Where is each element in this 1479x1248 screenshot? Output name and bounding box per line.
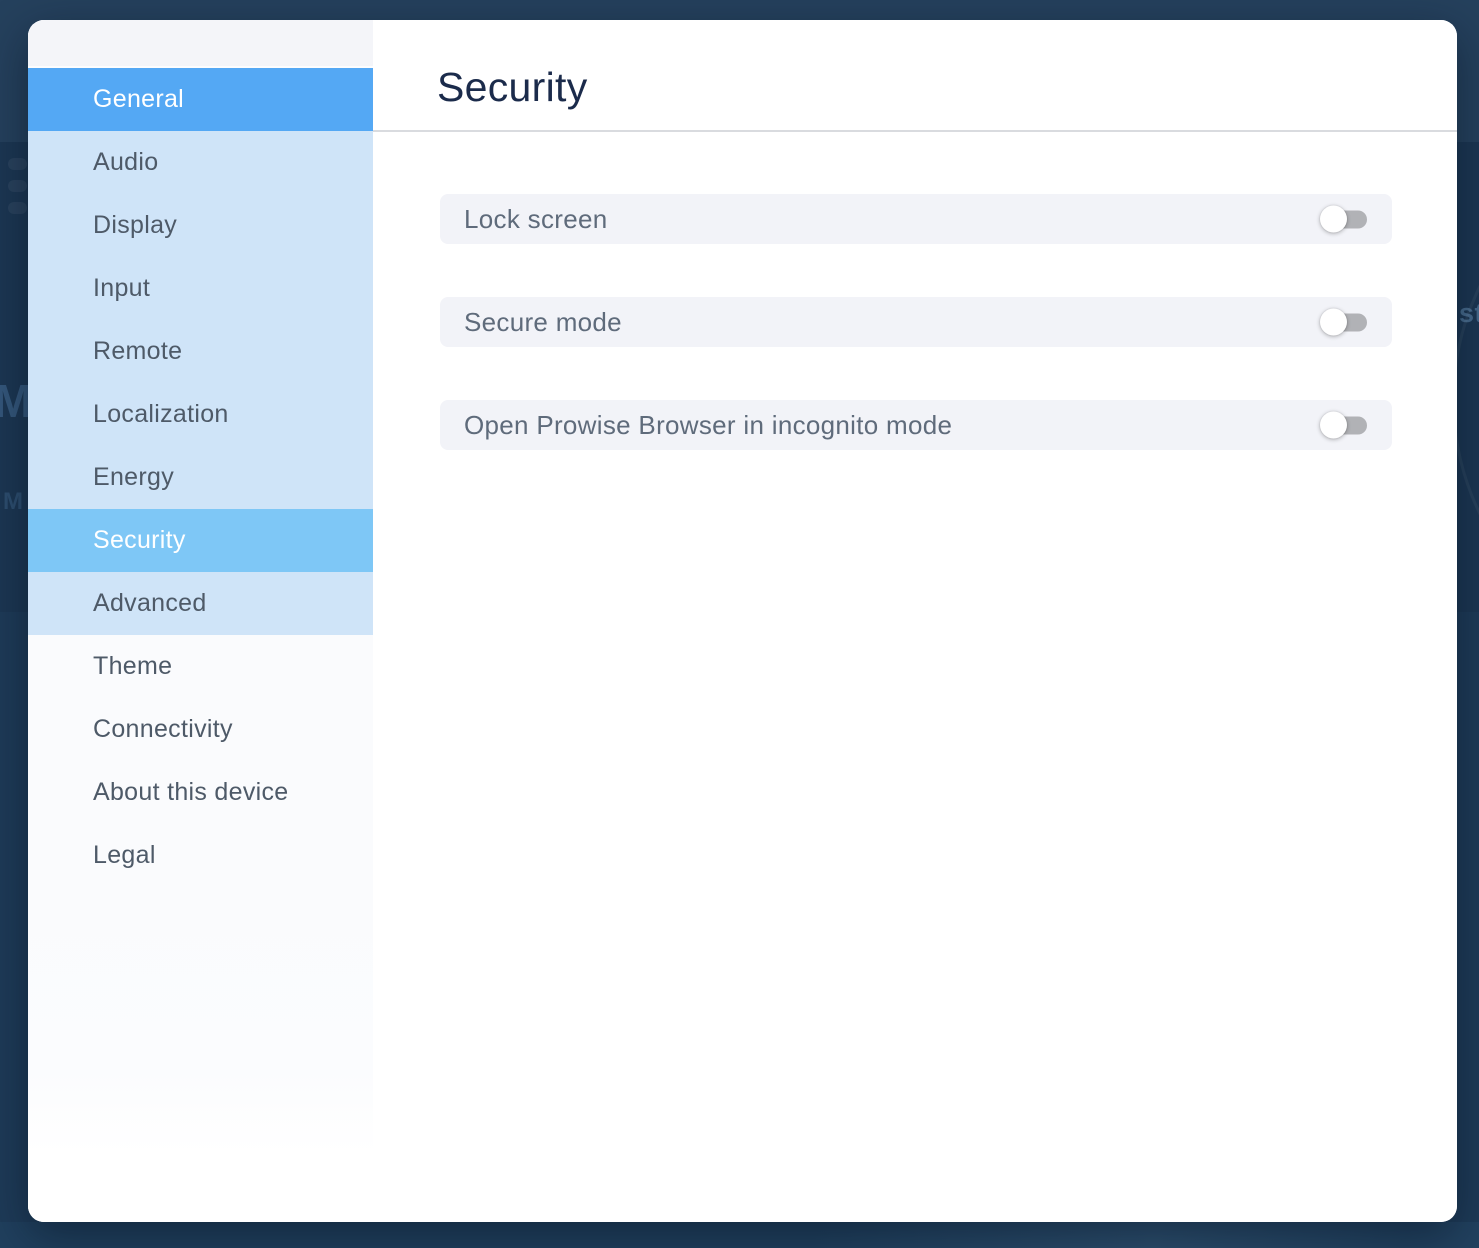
- background-bar: [8, 202, 27, 214]
- toggle-knob: [1320, 206, 1347, 233]
- settings-content: Security Lock screen Secure mode Open Pr…: [373, 20, 1457, 1222]
- incognito-mode-toggle[interactable]: [1320, 412, 1367, 439]
- sidebar-filler: [28, 887, 373, 1222]
- background-bottom-band: [0, 1222, 1479, 1248]
- sidebar-item-connectivity[interactable]: Connectivity: [28, 698, 373, 761]
- sidebar-item-remote[interactable]: Remote: [28, 320, 373, 383]
- sidebar-item-input[interactable]: Input: [28, 257, 373, 320]
- sidebar-item-security[interactable]: Security: [28, 509, 373, 572]
- sidebar-item-localization[interactable]: Localization: [28, 383, 373, 446]
- sidebar-item-general[interactable]: General: [28, 68, 373, 131]
- lock-screen-toggle[interactable]: [1320, 206, 1367, 233]
- background-bar: [8, 158, 27, 170]
- content-header: Security: [373, 20, 1457, 130]
- setting-label: Secure mode: [464, 307, 622, 338]
- sidebar-item-display[interactable]: Display: [28, 194, 373, 257]
- setting-row-incognito-mode: Open Prowise Browser in incognito mode: [440, 400, 1392, 450]
- page-title: Security: [437, 64, 588, 111]
- sidebar-item-audio[interactable]: Audio: [28, 131, 373, 194]
- setting-label: Open Prowise Browser in incognito mode: [464, 410, 952, 441]
- toggle-knob: [1320, 412, 1347, 439]
- sidebar-header-spacer: [28, 20, 373, 68]
- settings-sidebar: General Audio Display Input Remote Local…: [28, 20, 373, 1222]
- sidebar-item-advanced[interactable]: Advanced: [28, 572, 373, 635]
- setting-row-secure-mode: Secure mode: [440, 297, 1392, 347]
- sidebar-item-legal[interactable]: Legal: [28, 824, 373, 887]
- settings-dialog: General Audio Display Input Remote Local…: [28, 20, 1457, 1222]
- sidebar-item-energy[interactable]: Energy: [28, 446, 373, 509]
- setting-row-lock-screen: Lock screen: [440, 194, 1392, 244]
- background-text-fragment: st: [1459, 300, 1479, 327]
- background-text-fragment: M: [3, 490, 24, 514]
- sidebar-item-theme[interactable]: Theme: [28, 635, 373, 698]
- sidebar-item-about-this-device[interactable]: About this device: [28, 761, 373, 824]
- toggle-knob: [1320, 309, 1347, 336]
- secure-mode-toggle[interactable]: [1320, 309, 1367, 336]
- setting-label: Lock screen: [464, 204, 607, 235]
- settings-rows: Lock screen Secure mode Open Prowise Bro…: [373, 132, 1457, 450]
- background-bar: [8, 180, 27, 192]
